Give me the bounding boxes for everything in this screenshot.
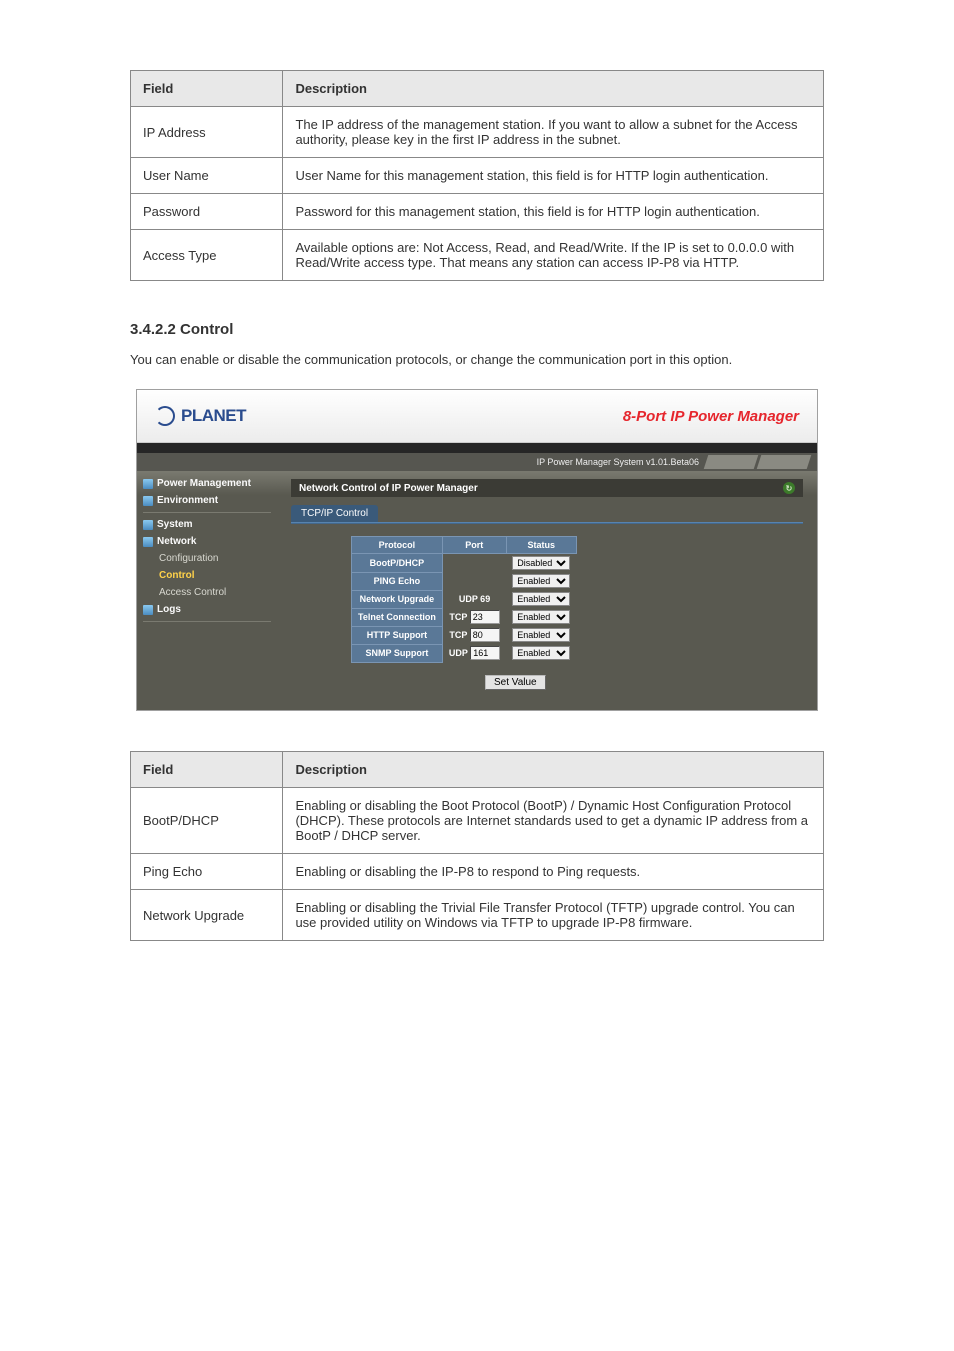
col-protocol: Protocol xyxy=(352,537,443,554)
sidebar-item-control[interactable]: Control xyxy=(143,567,271,584)
table-row: Access Type Available options are: Not A… xyxy=(131,230,824,281)
table-row: Ping Echo Enabling or disabling the IP-P… xyxy=(131,854,824,890)
sidebar-item-configuration[interactable]: Configuration xyxy=(143,550,271,567)
status-select[interactable]: Enabled xyxy=(512,646,570,660)
tab-tcpip-control[interactable]: TCP/IP Control xyxy=(291,505,378,522)
status-select[interactable]: Enabled xyxy=(512,574,570,588)
refresh-icon[interactable]: ↻ xyxy=(783,482,795,494)
main-panel: Network Control of IP Power Manager ↻ TC… xyxy=(277,471,817,711)
table-row: Network Upgrade Enabling or disabling th… xyxy=(131,890,824,941)
logo: PLANET xyxy=(155,406,246,426)
status-select[interactable]: Enabled xyxy=(512,628,570,642)
sidebar-item-environment[interactable]: Environment xyxy=(143,492,271,509)
sidebar-item-network[interactable]: Network xyxy=(143,533,271,550)
grid-icon xyxy=(143,520,153,530)
grid-icon xyxy=(143,605,153,615)
table-row: PING Echo Enabled xyxy=(352,572,577,590)
table-header-field: Field xyxy=(131,752,283,788)
protocol-table: Protocol Port Status BootP/DHCP Disabled… xyxy=(351,536,577,663)
control-description-table: Field Description BootP/DHCP Enabling or… xyxy=(130,751,824,941)
port-input[interactable] xyxy=(470,628,500,642)
table-row: IP Address The IP address of the managem… xyxy=(131,107,824,158)
col-port: Port xyxy=(442,537,506,554)
dark-divider xyxy=(137,443,817,453)
status-tab xyxy=(757,455,812,469)
set-value-button[interactable]: Set Value xyxy=(485,675,546,690)
status-select[interactable]: Enabled xyxy=(512,592,570,606)
header-bar: PLANET 8-Port IP Power Manager xyxy=(137,390,817,443)
section-text: You can enable or disable the communicat… xyxy=(130,351,824,369)
panel-title-bar: Network Control of IP Power Manager ↻ xyxy=(291,479,803,497)
status-text: IP Power Manager System v1.01.Beta06 xyxy=(537,457,699,467)
table-row: HTTP Support TCP Enabled xyxy=(352,626,577,644)
sidebar: Power Management Environment System Netw… xyxy=(137,471,277,711)
table-row: BootP/DHCP Disabled xyxy=(352,554,577,573)
status-select[interactable]: Enabled xyxy=(512,610,570,624)
table-header-desc: Description xyxy=(283,752,824,788)
grid-icon xyxy=(143,496,153,506)
section-heading: 3.4.2.2 Control xyxy=(130,321,824,338)
table-header-field: Field xyxy=(131,71,283,107)
col-status: Status xyxy=(506,537,576,554)
status-tab xyxy=(704,455,759,469)
port-input[interactable] xyxy=(470,610,500,624)
sidebar-item-logs[interactable]: Logs xyxy=(143,601,271,618)
table-header-desc: Description xyxy=(283,71,824,107)
grid-icon xyxy=(143,537,153,547)
port-input[interactable] xyxy=(470,646,500,660)
screenshot-panel: PLANET 8-Port IP Power Manager IP Power … xyxy=(136,389,818,711)
logo-text: PLANET xyxy=(181,406,246,426)
table-row: User Name User Name for this management … xyxy=(131,158,824,194)
sidebar-item-system[interactable]: System xyxy=(143,516,271,533)
table-row: SNMP Support UDP Enabled xyxy=(352,644,577,662)
header-title: 8-Port IP Power Manager xyxy=(623,408,799,425)
config-description-table: Field Description IP Address The IP addr… xyxy=(130,70,824,281)
table-row: Password Password for this management st… xyxy=(131,194,824,230)
status-bar: IP Power Manager System v1.01.Beta06 xyxy=(137,453,817,471)
sidebar-item-access-control[interactable]: Access Control xyxy=(143,584,271,601)
status-select[interactable]: Disabled xyxy=(512,556,570,570)
planet-logo-icon xyxy=(155,406,175,426)
sidebar-item-power[interactable]: Power Management xyxy=(143,475,271,492)
panel-title: Network Control of IP Power Manager xyxy=(299,483,478,494)
table-row: Network Upgrade UDP 69 Enabled xyxy=(352,590,577,608)
table-row: Telnet Connection TCP Enabled xyxy=(352,608,577,626)
table-row: BootP/DHCP Enabling or disabling the Boo… xyxy=(131,788,824,854)
grid-icon xyxy=(143,479,153,489)
